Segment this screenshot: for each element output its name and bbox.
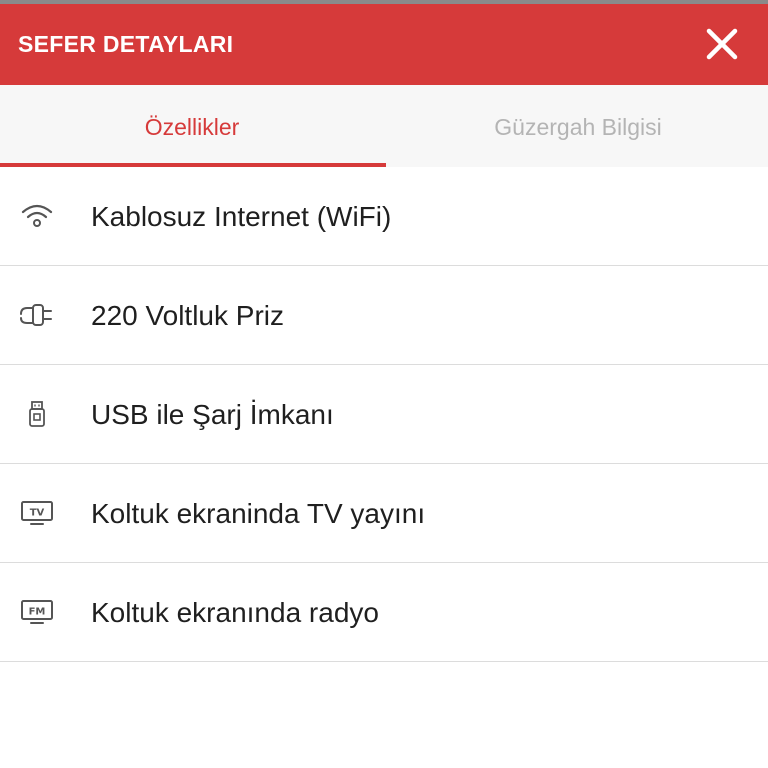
list-item-label: Koltuk ekraninda TV yayını [91, 498, 426, 529]
tv-icon: TV [18, 464, 56, 562]
app-header: SEFER DETAYLARI [0, 4, 768, 85]
close-button[interactable] [702, 24, 742, 64]
list-item-seat-tv: TV Koltuk ekraninda TV yayını [0, 464, 768, 563]
list-item-seat-radio: FM Koltuk ekranında radyo [0, 563, 768, 662]
list-item-label: USB ile Şarj İmkanı [91, 399, 334, 430]
list-item-power-outlet: 220 Voltluk Priz [0, 266, 768, 365]
tab-route-info[interactable]: Güzergah Bilgisi [386, 85, 768, 167]
close-icon [706, 28, 738, 60]
trip-details-screen: SEFER DETAYLARI Özellikler Güzergah Bilg… [0, 0, 768, 768]
radio-icon: FM [18, 563, 56, 661]
tv-icon-text: TV [30, 508, 45, 519]
list-item-label: Koltuk ekranında radyo [91, 597, 379, 628]
page-title: SEFER DETAYLARI [18, 31, 234, 57]
usb-icon [18, 365, 56, 463]
radio-icon-text: FM [29, 607, 46, 618]
features-list: Kablosuz Internet (WiFi) 220 Voltluk Pri… [0, 167, 768, 662]
list-item-label: Kablosuz Internet (WiFi) [91, 201, 392, 232]
list-item-usb-charging: USB ile Şarj İmkanı [0, 365, 768, 464]
list-item-label: 220 Voltluk Priz [91, 300, 284, 331]
list-item-wifi: Kablosuz Internet (WiFi) [0, 167, 768, 266]
tab-bar: Özellikler Güzergah Bilgisi [0, 85, 768, 167]
power-plug-icon [18, 266, 56, 364]
tab-features[interactable]: Özellikler [0, 85, 384, 167]
wifi-icon [18, 167, 56, 265]
